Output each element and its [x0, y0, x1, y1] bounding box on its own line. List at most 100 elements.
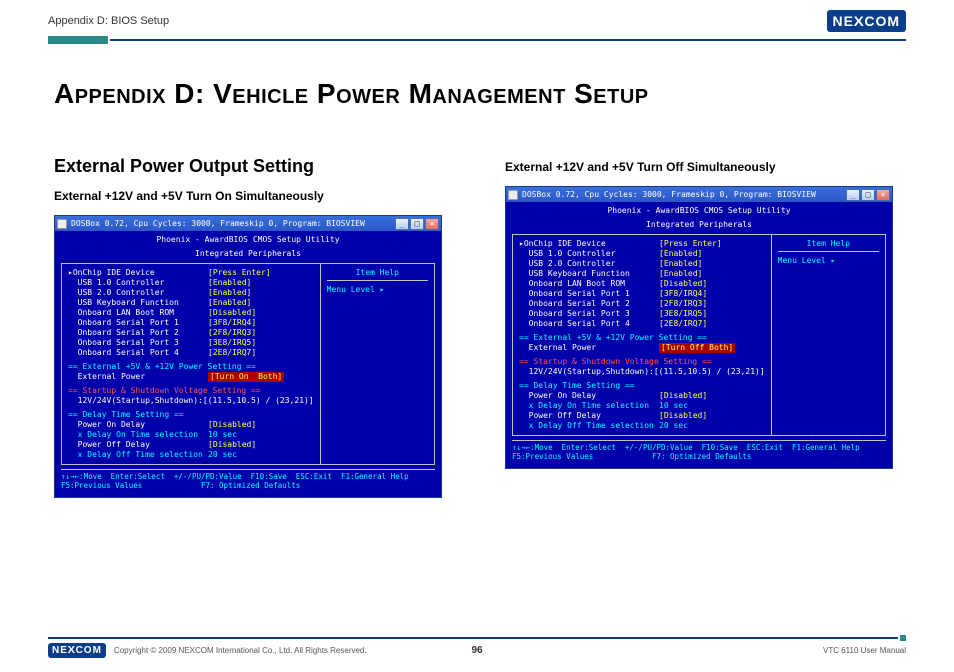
breadcrumb: Appendix D: BIOS Setup	[48, 15, 169, 27]
bios-section-header: == Delay Time Setting ==	[519, 381, 765, 391]
bios-title-1: Phoenix - AwardBIOS CMOS Setup Utility	[61, 235, 435, 245]
right-column: External +12V and +5V Turn Off Simultane…	[505, 156, 906, 498]
window-title-text: DOSBox 0.72, Cpu Cycles: 3000, Frameskip…	[522, 190, 846, 200]
bios-setting-label[interactable]: OnChip IDE Device	[519, 239, 659, 249]
bios-setting-label[interactable]: Onboard Serial Port 3	[519, 309, 659, 319]
bios-setting-label[interactable]: USB Keyboard Function	[68, 298, 208, 308]
bios-setting-value[interactable]: [2F8/IRQ3]	[208, 328, 256, 338]
bios-setting-label[interactable]: Power On Delay	[68, 420, 208, 430]
bios-setting-value[interactable]: [Enabled]	[208, 278, 251, 288]
bios-setting-label[interactable]: Power Off Delay	[68, 440, 208, 450]
bios-key-help-1: ↑↓→←:Move Enter:Select +/-/PU/PD:Value F…	[512, 440, 886, 452]
bios-setting-label[interactable]: Onboard LAN Boot ROM	[519, 279, 659, 289]
bios-setting-value[interactable]: [Press Enter]	[659, 239, 722, 249]
footer-logo: NEXCOM	[48, 643, 106, 658]
external-power-value[interactable]: [Turn Off Both]	[659, 343, 735, 353]
bios-setting-label[interactable]: Onboard Serial Port 4	[68, 348, 208, 358]
bios-screen[interactable]: Phoenix - AwardBIOS CMOS Setup Utility I…	[505, 202, 893, 469]
logo-text: NEXCOM	[827, 10, 906, 32]
bios-setting-value[interactable]: [Enabled]	[659, 249, 702, 259]
help-title: Item Help	[778, 239, 879, 252]
bios-help-pane: Item Help Menu Level ▸	[772, 235, 885, 435]
bios-setting-value[interactable]: [2F8/IRQ3]	[659, 299, 707, 309]
bios-key-help-2: F5:Previous Values F7: Optimized Default…	[61, 481, 435, 490]
close-button[interactable]: ×	[425, 218, 439, 230]
close-button[interactable]: ×	[876, 189, 890, 201]
bios-setting-value[interactable]: [Disabled]	[659, 391, 707, 401]
help-title: Item Help	[327, 268, 428, 281]
bios-title-1: Phoenix - AwardBIOS CMOS Setup Utility	[512, 206, 886, 216]
bios-setting-label[interactable]: USB 1.0 Controller	[68, 278, 208, 288]
bios-settings-pane[interactable]: OnChip IDE Device[Press Enter] USB 1.0 C…	[62, 264, 321, 464]
bios-section-header: == External +5V & +12V Power Setting ==	[68, 362, 314, 372]
page-title: Appendix D: Vehicle Power Management Set…	[54, 78, 906, 110]
page-number: 96	[471, 645, 482, 656]
bios-setting-value[interactable]: [3F8/IRQ4]	[659, 289, 707, 299]
bios-setting-label[interactable]: x Delay On Time selection	[68, 430, 208, 440]
header-rule	[48, 36, 906, 44]
bios-setting-label[interactable]: Onboard Serial Port 2	[68, 328, 208, 338]
bios-setting-value[interactable]: 20 sec	[659, 421, 688, 431]
external-power-label[interactable]: External Power	[68, 372, 208, 382]
dosbox-window-right: DOSBox 0.72, Cpu Cycles: 3000, Frameskip…	[505, 186, 893, 469]
bios-setting-label[interactable]: x Delay Off Time selection	[519, 421, 659, 431]
voltage-setting-row[interactable]: 12V/24V(Startup,Shutdown):[(11.5,10.5) /…	[519, 367, 765, 377]
bios-setting-label[interactable]: Onboard Serial Port 1	[68, 318, 208, 328]
bios-setting-value[interactable]: [Enabled]	[208, 298, 251, 308]
bios-setting-label[interactable]: Onboard Serial Port 1	[519, 289, 659, 299]
bios-setting-label[interactable]: USB 1.0 Controller	[519, 249, 659, 259]
bios-setting-label[interactable]: USB 2.0 Controller	[68, 288, 208, 298]
left-column: External Power Output Setting External +…	[54, 156, 455, 498]
app-icon	[57, 219, 67, 229]
bios-setting-value[interactable]: [Disabled]	[659, 411, 707, 421]
bios-setting-value[interactable]: [2E8/IRQ7]	[659, 319, 707, 329]
bios-settings-pane[interactable]: OnChip IDE Device[Press Enter] USB 1.0 C…	[513, 235, 772, 435]
bios-key-help-2: F5:Previous Values F7: Optimized Default…	[512, 452, 886, 461]
bios-setting-value[interactable]: [Enabled]	[208, 288, 251, 298]
minimize-button[interactable]: _	[395, 218, 409, 230]
bios-setting-label[interactable]: USB 2.0 Controller	[519, 259, 659, 269]
bios-setting-value[interactable]: [3F8/IRQ4]	[208, 318, 256, 328]
bios-setting-value[interactable]: [Press Enter]	[208, 268, 271, 278]
footer-copyright: Copyright © 2009 NEXCOM International Co…	[114, 646, 823, 655]
maximize-button[interactable]: □	[861, 189, 875, 201]
minimize-button[interactable]: _	[846, 189, 860, 201]
maximize-button[interactable]: □	[410, 218, 424, 230]
bios-setting-value[interactable]: [2E8/IRQ7]	[208, 348, 256, 358]
bios-screen[interactable]: Phoenix - AwardBIOS CMOS Setup Utility I…	[54, 231, 442, 498]
bios-setting-value[interactable]: [Disabled]	[659, 279, 707, 289]
help-body: Menu Level ▸	[327, 285, 428, 295]
external-power-label[interactable]: External Power	[519, 343, 659, 353]
bios-setting-value[interactable]: 20 sec	[208, 450, 237, 460]
bios-setting-label[interactable]: x Delay On Time selection	[519, 401, 659, 411]
bios-setting-value[interactable]: 10 sec	[208, 430, 237, 440]
bios-setting-value[interactable]: [Disabled]	[208, 420, 256, 430]
bios-setting-label[interactable]: Onboard LAN Boot ROM	[68, 308, 208, 318]
bios-setting-label[interactable]: x Delay Off Time selection	[68, 450, 208, 460]
bios-setting-value[interactable]: [Disabled]	[208, 440, 256, 450]
voltage-setting-row[interactable]: 12V/24V(Startup,Shutdown):[(11.5,10.5) /…	[68, 396, 314, 406]
bios-setting-value[interactable]: [Enabled]	[659, 269, 702, 279]
bios-setting-value[interactable]: [Enabled]	[659, 259, 702, 269]
external-power-value[interactable]: [Turn On Both]	[208, 372, 284, 382]
bios-setting-label[interactable]: Onboard Serial Port 3	[68, 338, 208, 348]
bios-section-header: == Startup & Shutdown Voltage Setting ==	[519, 357, 765, 367]
window-titlebar[interactable]: DOSBox 0.72, Cpu Cycles: 3000, Frameskip…	[505, 186, 893, 202]
bios-setting-label[interactable]: USB Keyboard Function	[519, 269, 659, 279]
bios-setting-label[interactable]: Power Off Delay	[519, 411, 659, 421]
bios-help-pane: Item Help Menu Level ▸	[321, 264, 434, 464]
bios-setting-label[interactable]: Onboard Serial Port 4	[519, 319, 659, 329]
left-subheading: External +12V and +5V Turn On Simultaneo…	[54, 189, 455, 203]
bios-setting-label[interactable]: Power On Delay	[519, 391, 659, 401]
bios-setting-value[interactable]: 10 sec	[659, 401, 688, 411]
bios-setting-value[interactable]: [3E8/IRQ5]	[659, 309, 707, 319]
bios-setting-label[interactable]: Onboard Serial Port 2	[519, 299, 659, 309]
bios-setting-label[interactable]: OnChip IDE Device	[68, 268, 208, 278]
window-titlebar[interactable]: DOSBox 0.72, Cpu Cycles: 3000, Frameskip…	[54, 215, 442, 231]
bios-key-help-1: ↑↓→←:Move Enter:Select +/-/PU/PD:Value F…	[61, 469, 435, 481]
left-heading: External Power Output Setting	[54, 156, 455, 177]
window-title-text: DOSBox 0.72, Cpu Cycles: 3000, Frameskip…	[71, 219, 395, 229]
bios-setting-value[interactable]: [Disabled]	[208, 308, 256, 318]
bios-setting-value[interactable]: [3E8/IRQ5]	[208, 338, 256, 348]
page-footer: NEXCOM Copyright © 2009 NEXCOM Internati…	[48, 635, 906, 658]
